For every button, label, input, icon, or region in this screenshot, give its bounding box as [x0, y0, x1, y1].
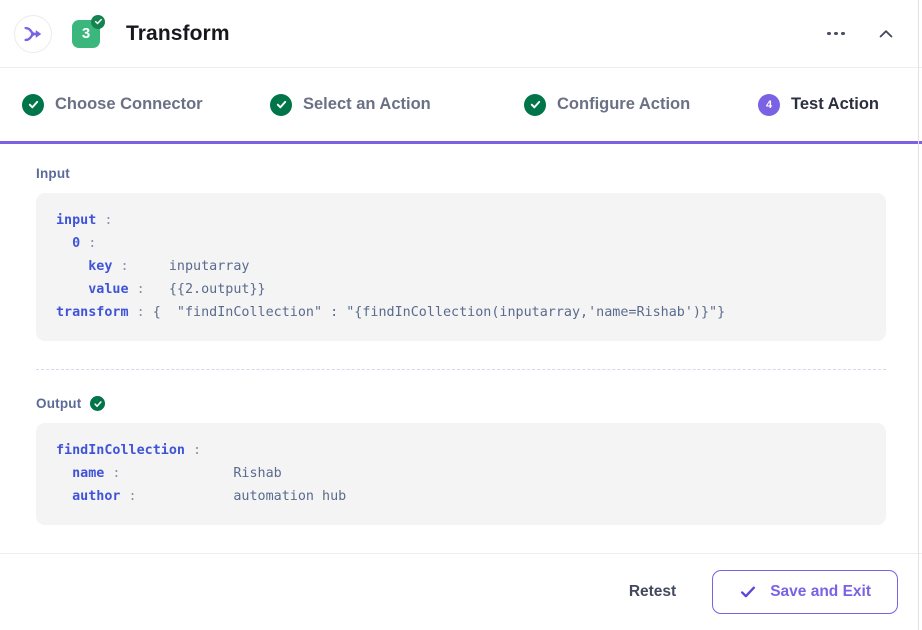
code-value: inputarray	[136, 259, 250, 274]
code-key: transform	[56, 305, 129, 320]
code-value: { "findInCollection" : "{findInCollectio…	[152, 305, 726, 320]
input-code-block: input : 0 : key : inputarray value : {{2…	[36, 193, 886, 341]
code-line: input :	[56, 209, 866, 232]
step-number-badge: 3	[72, 14, 105, 48]
code-line: name : Rishab	[56, 462, 866, 485]
code-line: key : inputarray	[56, 255, 866, 278]
step-label: Select an Action	[303, 95, 431, 113]
check-circle-icon	[90, 396, 106, 411]
code-separator: :	[104, 466, 129, 481]
code-separator: :	[80, 236, 105, 251]
step-number-circle: 4	[758, 93, 780, 116]
step-configure-action[interactable]: Configure Action	[524, 93, 724, 116]
code-key: 0	[56, 236, 81, 251]
code-key: value	[56, 282, 129, 297]
window-scroll-edge[interactable]	[918, 0, 919, 630]
chevron-up-icon	[879, 29, 893, 37]
code-key: key	[56, 259, 113, 274]
transform-merge-icon	[14, 14, 52, 53]
code-line: value : {{2.output}}	[56, 278, 866, 301]
code-separator: :	[128, 282, 153, 297]
step-label: Configure Action	[557, 95, 691, 113]
step-number-value: 4	[765, 98, 773, 111]
code-key: name	[56, 466, 105, 481]
save-and-exit-label: Save and Exit	[770, 583, 871, 600]
code-line: author : automation hub	[56, 485, 866, 508]
save-and-exit-button[interactable]: Save and Exit	[712, 570, 898, 614]
code-separator: :	[185, 443, 210, 458]
code-line: 0 :	[56, 232, 866, 255]
code-separator: :	[112, 259, 137, 274]
check-circle-icon	[524, 93, 546, 116]
code-separator: :	[128, 305, 153, 320]
code-line: transform : { "findInCollection" : "{fin…	[56, 301, 866, 324]
step-choose-connector[interactable]: Choose Connector	[22, 93, 236, 116]
step-label: Test Action	[791, 95, 880, 113]
ellipsis-icon	[827, 31, 845, 36]
check-circle-icon	[270, 93, 292, 116]
check-icon	[741, 586, 756, 598]
code-value: automation hub	[144, 489, 347, 504]
page-title: Transform	[126, 21, 230, 45]
check-circle-icon	[91, 14, 105, 29]
section-divider	[36, 369, 886, 370]
code-value: Rishab	[128, 466, 282, 481]
step-number-value: 3	[81, 25, 91, 42]
code-key: input	[56, 213, 97, 228]
code-value: {{2.output}}	[152, 282, 266, 297]
code-key: author	[56, 489, 121, 504]
code-line: findInCollection :	[56, 439, 866, 462]
code-separator: :	[120, 489, 145, 504]
panel-header: 3 Transform	[0, 0, 922, 68]
more-options-button[interactable]	[818, 16, 854, 52]
input-section-title: Input	[36, 166, 70, 181]
transform-step-panel: 3 Transform Choose Connector Select an A…	[0, 0, 922, 630]
code-key: findInCollection	[56, 443, 185, 458]
step-label: Choose Connector	[55, 95, 203, 113]
step-progress-bar: Choose Connector Select an Action Config…	[0, 68, 922, 144]
output-section-title: Output	[36, 396, 82, 411]
retest-button[interactable]: Retest	[619, 575, 686, 609]
code-separator: :	[96, 213, 121, 228]
output-section-header: Output	[36, 396, 886, 411]
collapse-button[interactable]	[868, 16, 904, 52]
step-test-action[interactable]: 4 Test Action	[758, 93, 880, 116]
check-circle-icon	[22, 93, 44, 116]
output-code-block: findInCollection : name : Rishab author …	[36, 423, 886, 525]
panel-body: Input input : 0 : key : inputarray value…	[0, 144, 922, 553]
step-select-an-action[interactable]: Select an Action	[270, 93, 490, 116]
panel-footer: Retest Save and Exit	[0, 553, 922, 630]
input-section-header: Input	[36, 166, 886, 181]
